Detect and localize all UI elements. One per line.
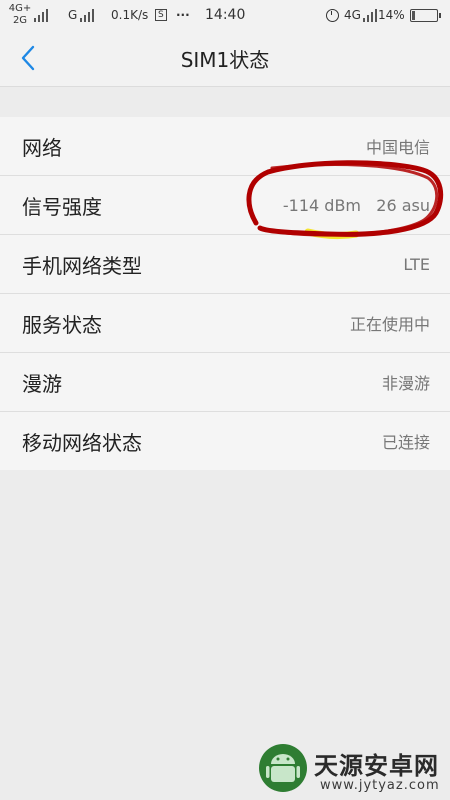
roaming-value: 非漫游 <box>381 374 430 393</box>
network-type-secondary: 2G <box>12 15 28 26</box>
android-logo-icon <box>259 744 307 792</box>
list-item-service-state: 服务状态 正在使用中 <box>0 294 450 353</box>
mobile-network-state-value: 已连接 <box>381 433 430 452</box>
sim2-signal-icon <box>80 0 94 30</box>
roaming-label: 漫游 <box>22 371 62 396</box>
battery-icon <box>406 0 441 30</box>
sim2-label: G <box>68 8 78 22</box>
network-type-primary: 4G+ <box>8 3 32 14</box>
sim-status-list: 网络 中国电信 信号强度 -114 dBm 26 asu 手机网络类型 LTE … <box>0 117 450 470</box>
list-item-network-type: 手机网络类型 LTE <box>0 235 450 294</box>
more-notifications-icon: ··· <box>176 8 190 22</box>
signal-strength-label: 信号强度 <box>22 194 102 219</box>
sim-status-icon: S <box>153 0 167 30</box>
page-title: SIM1状态 <box>180 47 270 72</box>
clock: 14:40 <box>205 7 246 23</box>
list-item-network: 网络 中国电信 <box>0 117 450 176</box>
network-type-stack: 4G+ 2G <box>6 0 34 30</box>
mobile-network-state-label: 移动网络状态 <box>22 430 142 455</box>
network-label: 网络 <box>22 135 62 160</box>
service-state-value: 正在使用中 <box>349 315 430 334</box>
alarm-icon <box>326 0 343 30</box>
battery-percent: 14% <box>378 8 405 22</box>
list-item-signal-strength: 信号强度 -114 dBm 26 asu <box>0 176 450 235</box>
network-type-value: LTE <box>403 254 430 274</box>
watermark-title: 天源安卓网 <box>314 752 439 780</box>
title-bar: SIM1状态 <box>0 30 450 87</box>
sim-badge: S <box>155 9 167 21</box>
watermark-url: www.jytyaz.com <box>320 778 440 793</box>
network-type-label: 手机网络类型 <box>22 253 142 278</box>
list-item-roaming: 漫游 非漫游 <box>0 353 450 412</box>
network-value: 中国电信 <box>365 138 430 157</box>
lte-indicator: 4G <box>344 8 361 22</box>
signal-strength-value: -114 dBm 26 asu <box>282 195 430 215</box>
data-signal-icon <box>363 0 377 30</box>
signal-strength-icon <box>34 0 48 30</box>
service-state-label: 服务状态 <box>22 312 102 337</box>
site-watermark: 天源安卓网 www.jytyaz.com <box>258 742 448 796</box>
network-speed: 0.1K/s <box>111 8 149 22</box>
status-bar: 4G+ 2G G 0.1K/s S ··· 14:40 4G 14% <box>0 0 450 30</box>
list-item-mobile-network-state: 移动网络状态 已连接 <box>0 412 450 470</box>
